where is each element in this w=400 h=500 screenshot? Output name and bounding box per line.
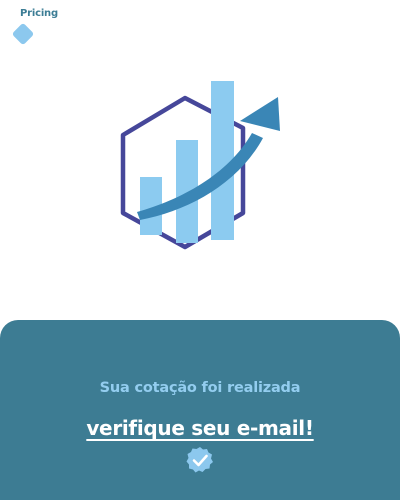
brand-logo[interactable]: Pricing (11, 7, 72, 47)
page: Pricing Sua cotação foi realizada verifi… (0, 0, 400, 500)
bar-tall (211, 81, 234, 240)
trend-arrow-head (240, 97, 280, 131)
verified-check-icon (186, 447, 213, 473)
confirmation-panel: Sua cotação foi realizada verifique seu … (0, 320, 400, 500)
diamond-logo-icon (11, 22, 35, 46)
confirmation-title[interactable]: verifique seu e-mail! (0, 416, 400, 440)
confirmation-subtitle: Sua cotação foi realizada (99, 380, 301, 396)
growth-chart-icon (120, 81, 280, 250)
brand-label: Pricing (20, 8, 58, 19)
